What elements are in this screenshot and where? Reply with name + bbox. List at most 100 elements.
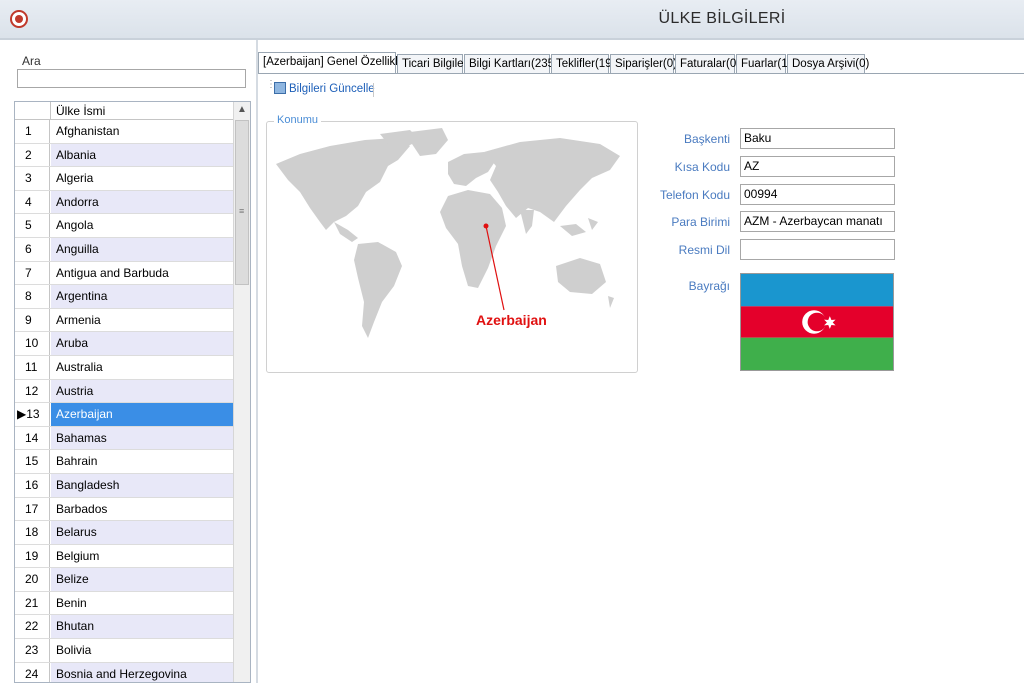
row-number: 2 bbox=[15, 143, 50, 167]
table-row[interactable]: 5 Angola bbox=[15, 214, 235, 238]
grid-header: Ülke İsmi bbox=[15, 102, 235, 120]
country-name-cell[interactable]: Bangladesh bbox=[51, 473, 235, 497]
country-name-cell[interactable]: Belize bbox=[51, 568, 235, 591]
country-name-cell[interactable]: Afghanistan bbox=[51, 120, 235, 143]
tab-3[interactable]: Teklifler(19) bbox=[551, 54, 615, 73]
column-header-country-name[interactable]: Ülke İsmi bbox=[56, 104, 105, 118]
country-grid[interactable]: Ülke İsmi 1 Afghanistan 2 Albania 3 Algeria 4 A… bbox=[14, 101, 251, 683]
table-row[interactable]: 2 Albania bbox=[15, 143, 235, 168]
country-list-panel: Ara Ülke İsmi 1 Afghanistan 2 Albania 3 Alger… bbox=[10, 42, 255, 683]
row-number: 20 bbox=[15, 568, 50, 591]
table-row[interactable]: 14 Bahamas bbox=[15, 426, 235, 451]
table-row[interactable]: 18 Belarus bbox=[15, 521, 235, 545]
table-row[interactable]: 17 Barbados bbox=[15, 497, 235, 522]
table-row[interactable]: 8 Argentina bbox=[15, 285, 235, 309]
short-code-label: Kısa Kodu bbox=[674, 160, 730, 174]
scroll-up-icon[interactable]: ▲ bbox=[234, 102, 250, 118]
row-number: 1 bbox=[15, 120, 50, 143]
short-code-field[interactable]: AZ bbox=[740, 156, 895, 177]
country-name-cell[interactable]: Antigua and Barbuda bbox=[51, 262, 235, 285]
row-number: 23 bbox=[15, 639, 50, 662]
country-name-cell[interactable]: Anguilla bbox=[51, 237, 235, 261]
table-row[interactable]: 1 Afghanistan bbox=[15, 120, 235, 144]
official-language-field[interactable] bbox=[740, 239, 895, 260]
table-row[interactable]: 7 Antigua and Barbuda bbox=[15, 261, 235, 286]
tab-7[interactable]: Dosya Arşivi(0) bbox=[787, 54, 869, 73]
country-name-cell[interactable]: Austria bbox=[51, 379, 235, 403]
country-name-cell[interactable]: Bosnia and Herzegovina bbox=[51, 662, 235, 682]
table-row[interactable]: 20 Belize bbox=[15, 568, 235, 592]
row-number: ▶13 bbox=[15, 403, 50, 426]
country-name-cell[interactable]: Bhutan bbox=[51, 615, 235, 639]
row-number: 21 bbox=[15, 591, 50, 615]
row-number: 9 bbox=[15, 308, 50, 332]
country-name-cell[interactable]: Barbados bbox=[51, 498, 235, 521]
table-row[interactable]: 6 Anguilla bbox=[15, 237, 235, 262]
country-name-cell[interactable]: Angola bbox=[51, 214, 235, 237]
toolbar: ⋮ Bilgileri Güncelle bbox=[258, 78, 1024, 102]
update-info-button[interactable]: Bilgileri Güncelle bbox=[274, 82, 375, 100]
tab-4[interactable]: Siparişler(0) bbox=[610, 54, 677, 73]
tab-2[interactable]: Bilgi Kartları(235) bbox=[464, 54, 558, 73]
country-name-cell[interactable]: Azerbaijan bbox=[51, 403, 235, 426]
country-name-cell[interactable]: Aruba bbox=[51, 332, 235, 355]
table-row[interactable]: 11 Australia bbox=[15, 355, 235, 380]
row-number: 22 bbox=[15, 615, 50, 639]
phone-code-field[interactable]: 00994 bbox=[740, 184, 895, 205]
row-number: 7 bbox=[15, 261, 50, 285]
search-input[interactable] bbox=[17, 69, 246, 88]
country-name-cell[interactable]: Belgium bbox=[51, 545, 235, 568]
table-row[interactable]: 10 Aruba bbox=[15, 332, 235, 356]
country-name-cell[interactable]: Australia bbox=[51, 356, 235, 379]
grid-scrollbar[interactable]: ▲ ≡ bbox=[233, 102, 250, 682]
country-name-cell[interactable]: Armenia bbox=[51, 309, 235, 332]
currency-label: Para Birimi bbox=[671, 215, 730, 229]
tab-1[interactable]: Ticari Bilgiler bbox=[397, 54, 467, 73]
tab-5[interactable]: Faturalar(0) bbox=[675, 54, 740, 73]
table-row[interactable]: ▶13 Azerbaijan bbox=[15, 403, 235, 427]
country-name-cell[interactable]: Benin bbox=[51, 592, 235, 615]
row-number: 17 bbox=[15, 497, 50, 521]
row-number: 24 bbox=[15, 662, 50, 682]
table-row[interactable]: 23 Bolivia bbox=[15, 639, 235, 663]
save-icon bbox=[274, 82, 286, 94]
scroll-thumb[interactable]: ≡ bbox=[235, 120, 249, 285]
country-name-cell[interactable]: Bolivia bbox=[51, 639, 235, 662]
row-number: 15 bbox=[15, 450, 50, 473]
table-row[interactable]: 19 Belgium bbox=[15, 544, 235, 569]
panel-splitter[interactable] bbox=[256, 40, 258, 683]
country-name-cell[interactable]: Andorra bbox=[51, 190, 235, 214]
country-name-cell[interactable]: Albania bbox=[51, 143, 235, 167]
country-name-cell[interactable]: Belarus bbox=[51, 521, 235, 544]
row-number: 12 bbox=[15, 379, 50, 403]
flag-label: Bayrağı bbox=[688, 279, 730, 293]
table-row[interactable]: 3 Algeria bbox=[15, 167, 235, 191]
tab-6[interactable]: Fuarlar(1) bbox=[736, 54, 791, 73]
row-number-header bbox=[15, 102, 51, 119]
country-name-cell[interactable]: Argentina bbox=[51, 285, 235, 308]
table-row[interactable]: 9 Armenia bbox=[15, 308, 235, 333]
table-row[interactable]: 24 Bosnia and Herzegovina bbox=[15, 662, 235, 682]
grip-icon: ≡ bbox=[239, 206, 245, 216]
country-name-cell[interactable]: Bahrain bbox=[51, 450, 235, 473]
row-number: 16 bbox=[15, 473, 50, 497]
country-name-cell[interactable]: Bahamas bbox=[51, 426, 235, 450]
table-row[interactable]: 22 Bhutan bbox=[15, 615, 235, 640]
row-number: 19 bbox=[15, 544, 50, 568]
capital-field[interactable]: Baku bbox=[740, 128, 895, 149]
table-row[interactable]: 21 Benin bbox=[15, 591, 235, 616]
table-row[interactable]: 12 Austria bbox=[15, 379, 235, 404]
table-row[interactable]: 15 Bahrain bbox=[15, 450, 235, 474]
toolbar-separator bbox=[373, 83, 374, 97]
country-name-cell[interactable]: Algeria bbox=[51, 167, 235, 190]
currency-field[interactable]: AZM - Azerbaycan manatı bbox=[740, 211, 895, 232]
row-number: 10 bbox=[15, 332, 50, 355]
row-number: 4 bbox=[15, 190, 50, 214]
title-bar: ÜLKE BİLGİLERİ bbox=[0, 0, 1024, 39]
tab-0[interactable]: [Azerbaijan] Genel Özellikler bbox=[258, 52, 408, 74]
location-legend: Konumu bbox=[274, 114, 321, 126]
table-row[interactable]: 16 Bangladesh bbox=[15, 473, 235, 498]
azerbaijan-flag-image bbox=[740, 273, 894, 371]
row-number: 6 bbox=[15, 237, 50, 261]
table-row[interactable]: 4 Andorra bbox=[15, 190, 235, 215]
